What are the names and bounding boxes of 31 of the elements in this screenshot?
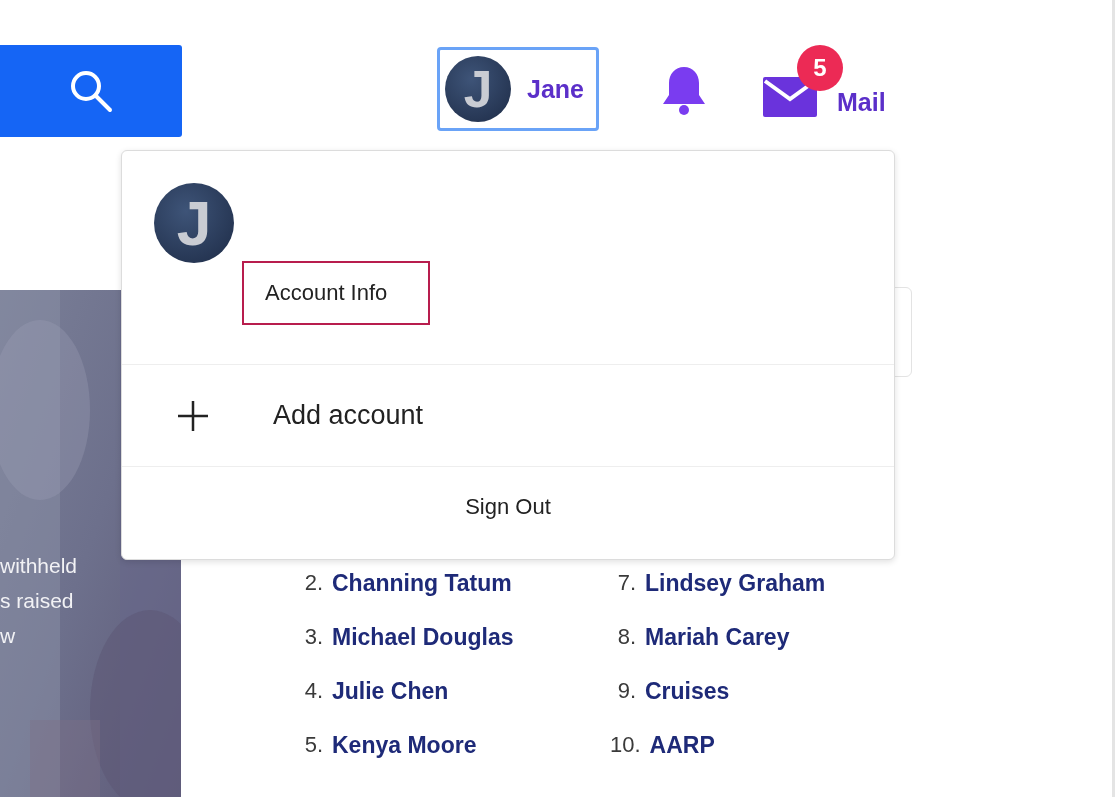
trending-link[interactable]: Michael Douglas [332, 623, 514, 651]
story-text-line: w [0, 623, 17, 649]
user-button[interactable]: J Jane [437, 47, 599, 131]
rank-number: 2. [303, 570, 323, 596]
rank-number: 4. [303, 678, 323, 704]
rank-number: 7. [616, 570, 636, 596]
trending-link[interactable]: AARP [649, 731, 715, 759]
rank-number: 5. [303, 732, 323, 758]
avatar: J [445, 56, 511, 122]
story-text-line: s raised [0, 588, 75, 614]
trending-link[interactable]: Kenya Moore [332, 731, 477, 759]
trending-link[interactable]: Mariah Carey [645, 623, 790, 651]
rank-number: 3. [303, 624, 323, 650]
plus-icon [177, 399, 209, 432]
user-name: Jane [527, 74, 584, 104]
sign-out-item[interactable]: Sign Out [122, 467, 894, 559]
story-text-line: withheld [0, 553, 78, 579]
rank-number: 9. [616, 678, 636, 704]
search-button[interactable] [0, 45, 182, 137]
rank-number: 8. [616, 624, 636, 650]
trending-link[interactable]: Channing Tatum [332, 569, 512, 597]
rank-number: 10. [610, 732, 641, 758]
mail-button[interactable]: Mail 5 [763, 45, 886, 117]
avatar: J [154, 183, 234, 263]
envelope-icon [763, 77, 817, 117]
unread-count-badge: 5 [797, 45, 843, 91]
trending-link[interactable]: Cruises [645, 677, 730, 705]
account-info-button[interactable]: Account Info [242, 261, 430, 325]
add-account-item[interactable]: Add account [122, 365, 894, 467]
trending-link[interactable]: Julie Chen [332, 677, 449, 705]
trending-link[interactable]: Lindsey Graham [645, 569, 826, 597]
